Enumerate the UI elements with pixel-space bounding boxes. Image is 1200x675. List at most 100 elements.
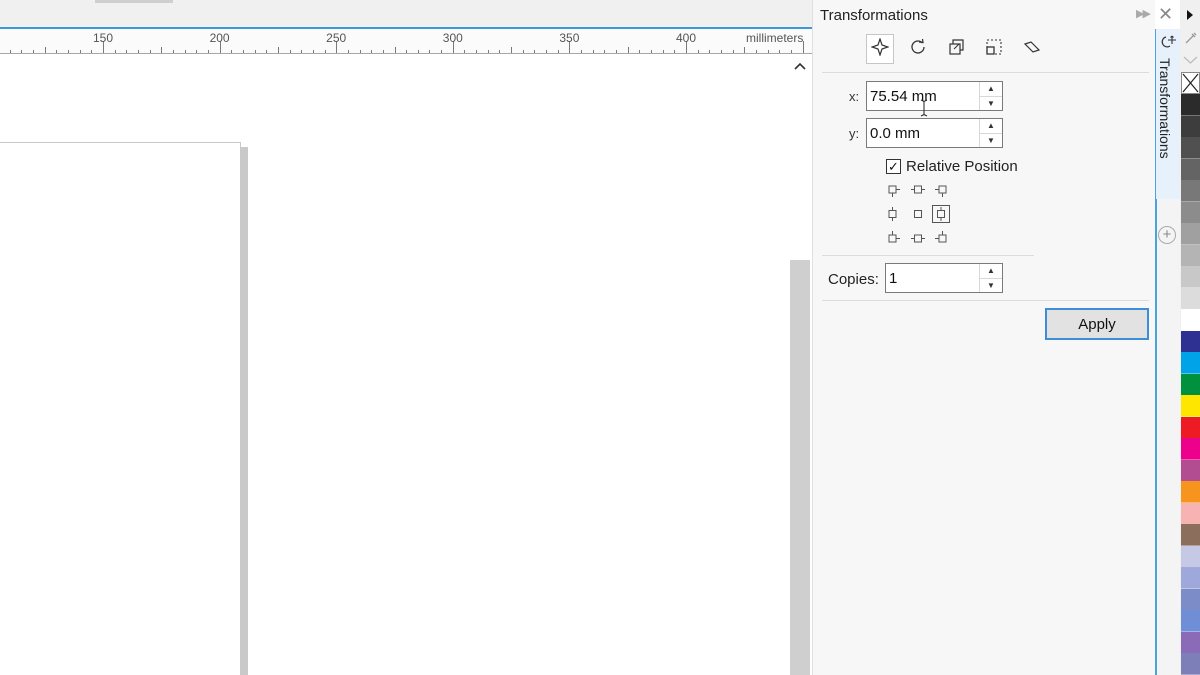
- anchor-top-center[interactable]: [910, 183, 926, 199]
- ruler-tick: [604, 50, 606, 53]
- color-swatch[interactable]: [1181, 481, 1200, 504]
- color-swatch[interactable]: [1181, 524, 1200, 547]
- color-swatch[interactable]: [1181, 223, 1200, 246]
- no-color-swatch[interactable]: [1181, 72, 1200, 94]
- ruler-tick: [720, 50, 722, 53]
- eyedropper-icon[interactable]: [1184, 31, 1198, 50]
- position-icon: [870, 36, 890, 61]
- skew-tool-button[interactable]: [1018, 34, 1046, 64]
- color-swatch[interactable]: [1181, 438, 1200, 461]
- scale-mirror-tool-button[interactable]: [942, 34, 970, 64]
- color-swatch[interactable]: [1181, 94, 1200, 116]
- color-swatch[interactable]: [1181, 137, 1200, 160]
- y-position-field[interactable]: ▲ ▼: [866, 118, 1003, 148]
- ruler-tick: [242, 50, 244, 53]
- color-swatch[interactable]: [1181, 545, 1200, 568]
- ruler-tick: [627, 47, 629, 53]
- ruler-tick: [616, 50, 618, 53]
- color-swatch[interactable]: [1181, 631, 1200, 654]
- add-docker-icon[interactable]: +: [1158, 226, 1176, 244]
- color-swatch[interactable]: [1181, 287, 1200, 310]
- ruler-tick: [592, 50, 594, 53]
- document-page[interactable]: [0, 142, 241, 675]
- ruler-tick: [277, 47, 279, 53]
- ruler-tick: [546, 50, 548, 53]
- ruler-tick: [33, 50, 35, 53]
- vertical-scrollbar-thumb[interactable]: [790, 260, 810, 675]
- color-swatch[interactable]: [1181, 115, 1200, 138]
- color-swatch[interactable]: [1181, 416, 1200, 439]
- spin-up-icon[interactable]: ▲: [980, 82, 1002, 96]
- x-spin-arrows[interactable]: ▲ ▼: [979, 82, 1002, 110]
- spin-down-icon[interactable]: ▼: [980, 95, 1002, 111]
- palette-scroll-arrow-icon[interactable]: [1185, 8, 1195, 26]
- palette-options-icon[interactable]: [1181, 53, 1200, 72]
- color-swatch[interactable]: [1181, 502, 1200, 525]
- color-swatch[interactable]: [1181, 309, 1200, 332]
- relative-position-label[interactable]: Relative Position: [906, 158, 1018, 175]
- anchor-bottom-left[interactable]: [886, 229, 902, 245]
- ruler-tick: [359, 50, 361, 53]
- anchor-middle-left[interactable]: [886, 206, 902, 222]
- ruler-tick: [651, 50, 653, 53]
- x-position-field[interactable]: ▲ ▼: [866, 81, 1003, 111]
- ruler-tick: [674, 50, 676, 53]
- copies-input[interactable]: [886, 264, 979, 292]
- ruler-tick: [68, 50, 70, 53]
- ruler-tick: [137, 50, 139, 53]
- color-swatch[interactable]: [1181, 395, 1200, 418]
- close-icon[interactable]: ✕: [1158, 4, 1173, 24]
- spin-up-icon[interactable]: ▲: [980, 119, 1002, 133]
- ruler-tick: [44, 47, 46, 53]
- ruler-tick: [324, 50, 326, 53]
- ruler-tick: [522, 50, 524, 53]
- spin-up-icon[interactable]: ▲: [980, 264, 1002, 278]
- apply-separator: [822, 300, 1149, 301]
- anchor-middle-right-selected[interactable]: [932, 205, 950, 223]
- color-swatch[interactable]: [1181, 201, 1200, 224]
- anchor-top-right[interactable]: [933, 183, 949, 199]
- ruler-tick: [732, 50, 734, 53]
- color-swatch[interactable]: [1181, 330, 1200, 353]
- horizontal-ruler[interactable]: millimeters 150 200 250 300 350 400: [0, 29, 812, 54]
- color-swatch[interactable]: [1181, 180, 1200, 203]
- rotate-tool-button[interactable]: [904, 34, 932, 64]
- transformations-tab-label[interactable]: Transformations: [1157, 58, 1173, 159]
- color-swatch[interactable]: [1181, 373, 1200, 396]
- copies-separator: [822, 255, 1034, 256]
- ruler-tick: [254, 50, 256, 53]
- scroll-up-arrow-icon[interactable]: [790, 56, 810, 76]
- color-swatch[interactable]: [1181, 459, 1200, 482]
- anchor-top-left[interactable]: [886, 183, 902, 199]
- ruler-tick: [511, 47, 513, 53]
- anchor-center[interactable]: [910, 206, 926, 222]
- size-tool-button[interactable]: [980, 34, 1008, 64]
- spin-down-icon[interactable]: ▼: [980, 132, 1002, 148]
- ruler-tick: [207, 50, 209, 53]
- color-swatch[interactable]: [1181, 352, 1200, 375]
- color-swatch[interactable]: [1181, 244, 1200, 267]
- position-tool-button[interactable]: [866, 34, 894, 64]
- color-swatch[interactable]: [1181, 610, 1200, 633]
- ruler-tick: [662, 50, 664, 53]
- relative-position-checkbox[interactable]: ✓: [886, 159, 901, 174]
- copies-spin-arrows[interactable]: ▲ ▼: [979, 264, 1002, 292]
- ruler-tick: [79, 50, 81, 53]
- ruler-tick: [802, 41, 804, 53]
- color-swatch[interactable]: [1181, 588, 1200, 611]
- color-swatch[interactable]: [1181, 266, 1200, 289]
- y-spin-arrows[interactable]: ▲ ▼: [979, 119, 1002, 147]
- anchor-bottom-center[interactable]: [910, 229, 926, 245]
- color-swatch[interactable]: [1181, 567, 1200, 590]
- color-swatch[interactable]: [1181, 653, 1200, 675]
- ruler-tick: [56, 50, 58, 53]
- docker-expand-icon[interactable]: ▶▶: [1136, 7, 1151, 20]
- y-position-input[interactable]: [867, 119, 979, 147]
- document-tab[interactable]: [95, 0, 173, 3]
- anchor-bottom-right[interactable]: [933, 229, 949, 245]
- spin-down-icon[interactable]: ▼: [980, 277, 1002, 293]
- skew-icon: [1023, 38, 1041, 61]
- copies-field[interactable]: ▲ ▼: [885, 263, 1003, 293]
- apply-button[interactable]: Apply: [1045, 308, 1149, 340]
- color-swatch[interactable]: [1181, 158, 1200, 181]
